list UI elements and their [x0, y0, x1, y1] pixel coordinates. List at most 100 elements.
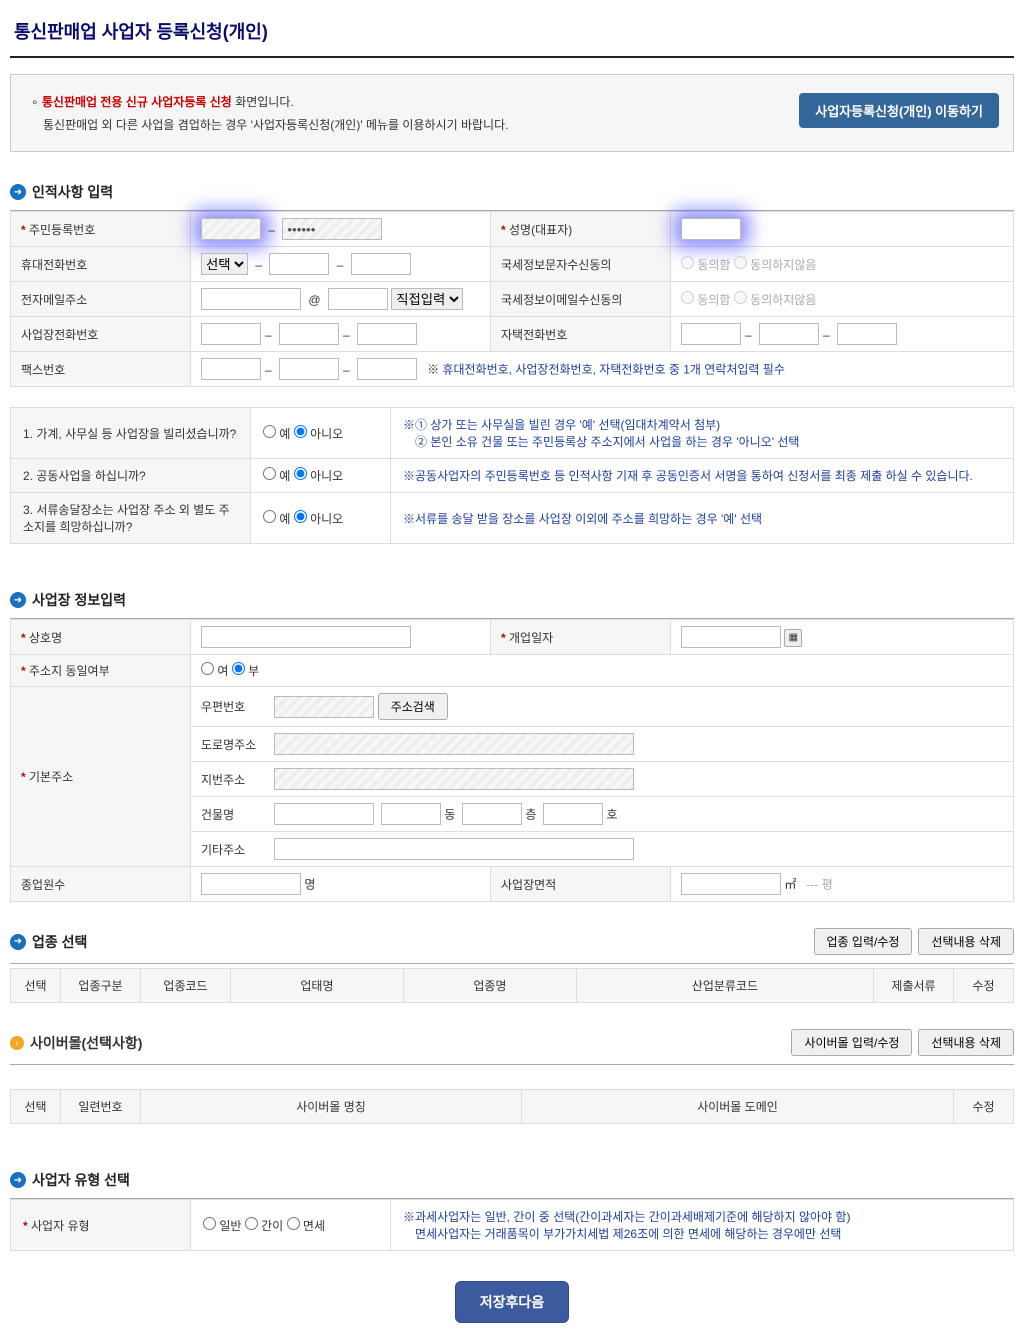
cat-col-name: 업종명	[403, 969, 576, 1003]
cat-col-kind: 업종구분	[61, 969, 141, 1003]
section-type-title: 사업자 유형 선택	[32, 1170, 130, 1190]
type-general[interactable]: 일반	[203, 1219, 241, 1233]
email-disagree-radio[interactable]: 동의하지않음	[734, 293, 817, 307]
bullet-mark: ∘	[31, 95, 42, 109]
contact-hint: 휴대전화번호, 사업장전화번호, 자택전화번호 중 1개 연락처입력 필수	[442, 363, 784, 377]
fax-1[interactable]	[201, 358, 261, 380]
email-label: 전자메일주소	[11, 282, 191, 317]
q1-no[interactable]: 아니오	[294, 427, 343, 441]
q2-no[interactable]: 아니오	[294, 469, 343, 483]
etc-label: 기타주소	[201, 841, 271, 858]
homephone-label: 자택전화번호	[491, 317, 671, 352]
section-biz-title: 사업장 정보입력	[32, 590, 126, 610]
homephone-3[interactable]	[837, 323, 897, 345]
type-label: 사업자 유형	[11, 1200, 191, 1251]
mobile-mid-input[interactable]	[269, 253, 329, 275]
page-title: 통신판매업 사업자 등록신청(개인)	[10, 10, 1014, 58]
go-biz-register-button[interactable]: 사업자등록신청(개인) 이동하기	[799, 93, 999, 128]
zip-search-button[interactable]: 주소검색	[378, 693, 448, 720]
cat-col-select: 선택	[11, 969, 61, 1003]
jibun-label: 지번주소	[201, 771, 271, 788]
jibun-input	[274, 768, 634, 790]
fax-2[interactable]	[279, 358, 339, 380]
email-id-input[interactable]	[201, 288, 301, 310]
email-domain-input[interactable]	[328, 288, 388, 310]
dong-input[interactable]	[381, 803, 441, 825]
homephone-1[interactable]	[681, 323, 741, 345]
ho-unit: 호	[606, 808, 617, 822]
bldg-input[interactable]	[274, 803, 374, 825]
bizphone-2[interactable]	[279, 323, 339, 345]
homephone-2[interactable]	[759, 323, 819, 345]
bizname-label: 상호명	[11, 620, 191, 655]
rrn-part1-input[interactable]	[201, 218, 261, 240]
bizphone-label: 사업장전화번호	[11, 317, 191, 352]
bizname-input[interactable]	[201, 626, 411, 648]
bizphone-1[interactable]	[201, 323, 261, 345]
category-delete-button[interactable]: 선택내용 삭제	[918, 928, 1014, 955]
email-domain-select[interactable]: 직접입력	[391, 288, 463, 310]
section-personal-head: ➜ 인적사항 입력	[10, 176, 1014, 211]
q3-desc: ※서류를 송달 받을 장소를 사업장 이외에 주소를 희망하는 경우 '예' 선…	[391, 493, 1014, 544]
floor-input[interactable]	[462, 803, 522, 825]
etc-input[interactable]	[274, 838, 634, 860]
emp-input[interactable]	[201, 873, 301, 895]
q1-yes[interactable]: 예	[263, 427, 290, 441]
section-type-head: ➜ 사업자 유형 선택	[10, 1164, 1014, 1199]
baseaddr-label: 기본주소	[11, 687, 191, 867]
section-category-title: 업종 선택	[32, 932, 87, 952]
cyber-col-seq: 일련번호	[61, 1090, 141, 1124]
type-table: 사업자 유형 일반 간이 면세 ※과세사업자는 일반, 간이 중 선택(간이과세…	[10, 1199, 1014, 1251]
sameaddr-yes[interactable]: 여	[201, 664, 228, 678]
type-desc: ※과세사업자는 일반, 간이 중 선택(간이과세자는 간이과세배제기준에 해당하…	[391, 1200, 1014, 1251]
questions-table: 1. 가계, 사무실 등 사업장을 빌리셨습니까? 예 아니오 ※① 상가 또는…	[10, 407, 1014, 544]
type-exempt[interactable]: 면세	[287, 1219, 325, 1233]
area-pyeong: --- 평	[806, 878, 832, 892]
category-edit-button[interactable]: 업종 입력/수정	[814, 928, 913, 955]
type-simple[interactable]: 간이	[245, 1219, 283, 1233]
cyber-edit-button[interactable]: 사이버몰 입력/수정	[791, 1029, 912, 1056]
email-agree-radio[interactable]: 동의함	[681, 293, 730, 307]
cyber-col-domain: 사이버몰 도메인	[522, 1090, 954, 1124]
emp-unit: 명	[304, 878, 315, 892]
name-label: 성명(대표자)	[491, 212, 671, 247]
calendar-icon[interactable]: ▦	[784, 629, 802, 647]
mobile-prefix-select[interactable]: 선택	[201, 253, 248, 275]
emp-label: 종업원수	[11, 867, 191, 902]
sms-agree-radio[interactable]: 동의함	[681, 258, 730, 272]
cat-col-ind: 산업분류코드	[576, 969, 873, 1003]
name-input[interactable]	[681, 218, 741, 240]
fax-3[interactable]	[357, 358, 417, 380]
rrn-label: 주민등록번호	[11, 212, 191, 247]
cat-col-doc: 제출서류	[874, 969, 954, 1003]
cyber-col-select: 선택	[11, 1090, 61, 1124]
mobile-label: 휴대전화번호	[11, 247, 191, 282]
q3-no[interactable]: 아니오	[294, 512, 343, 526]
cat-col-edit: 수정	[954, 969, 1014, 1003]
sameaddr-no[interactable]: 부	[232, 664, 259, 678]
cyber-delete-button[interactable]: 선택내용 삭제	[918, 1029, 1014, 1056]
opendate-input[interactable]	[681, 626, 781, 648]
cyber-grid: 선택 일련번호 사이버몰 명칭 사이버몰 도메인 수정	[10, 1089, 1014, 1124]
q3-yes[interactable]: 예	[263, 512, 290, 526]
sms-disagree-radio[interactable]: 동의하지않음	[734, 258, 817, 272]
section-biz-head: ➜ 사업장 정보입력	[10, 584, 1014, 619]
save-next-button[interactable]: 저장후다음	[455, 1281, 569, 1323]
section-cyber-title: 사이버몰(선택사항)	[30, 1033, 142, 1053]
opendate-label: 개업일자	[491, 620, 671, 655]
zip-input	[274, 696, 374, 718]
q3-label: 3. 서류송달장소는 사업장 주소 외 별도 주소지를 희망하십니까?	[11, 493, 251, 544]
mobile-last-input[interactable]	[351, 253, 411, 275]
ho-input[interactable]	[543, 803, 603, 825]
notice-tail: 화면입니다.	[235, 95, 294, 109]
category-grid: 선택 업종구분 업종코드 업태명 업종명 산업분류코드 제출서류 수정	[10, 968, 1014, 1003]
bizphone-3[interactable]	[357, 323, 417, 345]
area-input[interactable]	[681, 873, 781, 895]
q2-yes[interactable]: 예	[263, 469, 290, 483]
fax-label: 팩스번호	[11, 352, 191, 387]
rrn-part2-input[interactable]	[282, 218, 382, 240]
q1-label: 1. 가계, 사무실 등 사업장을 빌리셨습니까?	[11, 408, 251, 459]
floor-unit: 층	[525, 808, 536, 822]
bullet-icon: ›	[10, 1036, 24, 1050]
notice-box: ∘ 통신판매업 전용 신규 사업자등록 신청 화면입니다. 통신판매업 외 다른…	[10, 74, 1014, 152]
